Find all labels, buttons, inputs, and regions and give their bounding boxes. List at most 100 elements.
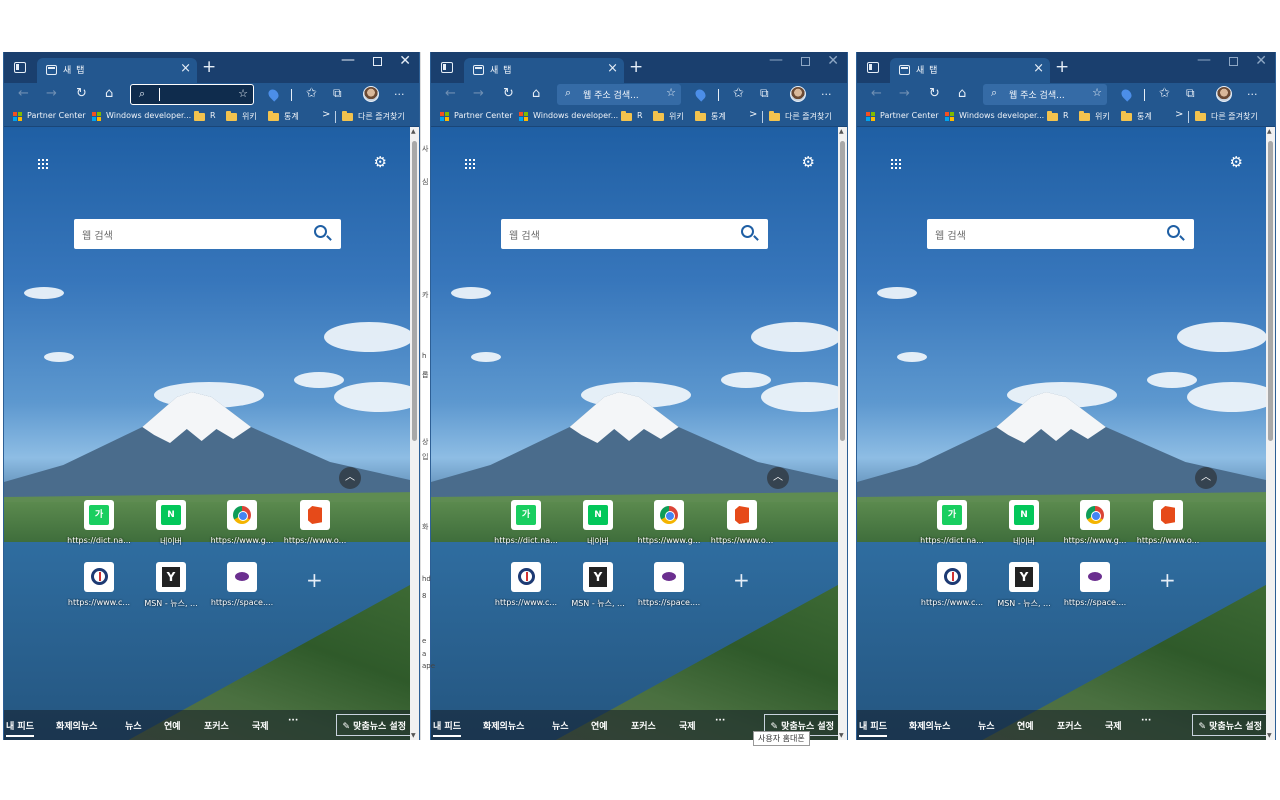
feed-tab-entertainment[interactable]: 연예 [164,719,181,732]
collapse-chevron-up-icon[interactable]: ︿ [767,467,789,489]
favorite-folder-r[interactable]: R [637,111,643,120]
feed-tab-news[interactable]: 뉴스 [552,719,569,732]
favorite-folder-wiki[interactable]: 위키 [669,111,684,122]
page-scrollbar[interactable]: ▲ ▼ [838,127,847,740]
favorites-icon[interactable]: ✩ [733,86,744,101]
feed-tab-entertainment[interactable]: 연예 [1017,719,1034,732]
quick-link-tile[interactable]: https://space.... [1060,562,1130,607]
feed-tab-my-feed[interactable]: 내 피드 [433,719,461,737]
quick-link-tile[interactable]: Y MSN - 뉴스, ... [136,562,206,609]
scroll-down-icon[interactable]: ▼ [839,732,844,739]
feed-tab-my-feed[interactable]: 내 피드 [859,719,887,737]
feed-more-button[interactable]: ··· [715,716,725,726]
address-bar[interactable]: ⌕ 웹 주소 검색... ☆ [983,84,1107,105]
close-window-button[interactable]: ✕ [827,53,839,69]
scroll-down-icon[interactable]: ▼ [1267,732,1272,739]
favorites-overflow-chevron-icon[interactable]: > [1175,109,1183,120]
feed-tab-international[interactable]: 국제 [252,719,269,732]
extension-icon[interactable] [1119,87,1134,102]
app-launcher-icon[interactable] [465,159,477,171]
quick-link-tile[interactable]: https://www.o... [280,500,350,545]
tab-close-icon[interactable]: × [607,61,618,76]
other-favorites-folder[interactable]: 다른 즐겨찾기 [785,111,832,122]
forward-button[interactable]: → [899,86,910,101]
quick-link-tile[interactable]: https://space.... [634,562,704,607]
tab-actions-icon[interactable] [441,62,453,73]
web-search-box[interactable]: 웹 검색 [74,219,341,249]
web-search-box[interactable]: 웹 검색 [501,219,768,249]
favorites-icon[interactable]: ✩ [1159,86,1170,101]
tab-actions-icon[interactable] [14,62,26,73]
tab-new-tab[interactable]: 새 탭 × [464,58,624,83]
feed-tab-entertainment[interactable]: 연예 [591,719,608,732]
favorite-folder-stats[interactable]: 통계 [284,111,299,122]
favorite-folder-wiki[interactable]: 위키 [242,111,257,122]
quick-link-tile[interactable]: https://www.o... [707,500,777,545]
forward-button[interactable]: → [46,86,57,101]
favorite-folder-stats[interactable]: 통계 [1137,111,1152,122]
feed-tab-trending[interactable]: 화제의뉴스 [56,719,97,732]
quick-link-tile[interactable]: Y MSN - 뉴스, ... [989,562,1059,609]
profile-avatar[interactable] [790,86,806,102]
quick-link-tile[interactable]: https://www.c... [64,562,134,607]
favorite-folder-stats[interactable]: 통계 [711,111,726,122]
web-search-box[interactable]: 웹 검색 [927,219,1194,249]
quick-link-tile[interactable]: https://www.g... [1060,500,1130,545]
tab-actions-icon[interactable] [867,62,879,73]
tab-close-icon[interactable]: × [1033,61,1044,76]
quick-link-tile[interactable]: https://space.... [207,562,277,607]
personalize-news-button[interactable]: ✎ 맞춤뉴스 설정 [335,714,413,736]
feed-more-button[interactable]: ··· [288,716,298,726]
favorite-folder-r[interactable]: R [1063,111,1069,120]
feed-tab-international[interactable]: 국제 [1105,719,1122,732]
favorite-folder-r[interactable]: R [210,111,216,120]
profile-avatar[interactable] [1216,86,1232,102]
quick-link-tile[interactable]: https://www.o... [1133,500,1203,545]
page-settings-gear-icon[interactable]: ⚙ [802,153,815,171]
personalize-news-button[interactable]: ✎ 맞춤뉴스 설정 [1191,714,1269,736]
add-quick-link-plus-icon[interactable]: + [733,568,750,592]
new-tab-button[interactable]: + [629,57,643,77]
home-button[interactable]: ⌂ [105,86,113,101]
other-favorites-folder[interactable]: 다른 즐겨찾기 [1211,111,1258,122]
collapse-chevron-up-icon[interactable]: ︿ [1195,467,1217,489]
settings-more-button[interactable]: ··· [1247,88,1258,101]
tab-new-tab[interactable]: 새 탭 × [890,58,1050,83]
refresh-button[interactable]: ↻ [929,86,940,101]
search-icon[interactable] [314,225,327,238]
back-button[interactable]: ← [18,86,29,101]
quick-link-tile[interactable]: https://www.g... [634,500,704,545]
collections-icon[interactable]: ⧉ [1186,86,1195,101]
favorites-overflow-chevron-icon[interactable]: > [749,109,757,120]
new-tab-button[interactable]: + [202,57,216,77]
scroll-up-icon[interactable]: ▲ [839,128,844,135]
quick-link-tile[interactable]: 가 https://dict.na... [64,500,134,545]
app-launcher-icon[interactable] [38,159,50,171]
feed-tab-trending[interactable]: 화제의뉴스 [909,719,950,732]
collapse-chevron-up-icon[interactable]: ︿ [339,467,361,489]
quick-link-tile[interactable]: 가 https://dict.na... [917,500,987,545]
home-button[interactable]: ⌂ [532,86,540,101]
extension-icon[interactable] [266,87,281,102]
favorite-windows-developer[interactable]: Windows developer... [106,111,191,120]
scroll-thumb[interactable] [1268,141,1273,441]
feed-tab-my-feed[interactable]: 내 피드 [6,719,34,737]
back-button[interactable]: ← [445,86,456,101]
tab-new-tab[interactable]: 새 탭 × [37,58,197,83]
feed-tab-news[interactable]: 뉴스 [978,719,995,732]
quick-link-tile[interactable]: https://www.g... [207,500,277,545]
add-favorite-icon[interactable]: ☆ [238,87,248,100]
feed-tab-focus[interactable]: 포커스 [631,719,656,732]
back-button[interactable]: ← [871,86,882,101]
refresh-button[interactable]: ↻ [76,86,87,101]
search-icon[interactable] [1167,225,1180,238]
add-quick-link-plus-icon[interactable]: + [306,568,323,592]
quick-link-tile[interactable]: Y MSN - 뉴스, ... [563,562,633,609]
other-favorites-folder[interactable]: 다른 즐겨찾기 [358,111,405,122]
address-bar[interactable]: ⌕ ☆ [130,84,254,105]
favorite-partner-center[interactable]: Partner Center [880,111,939,120]
scroll-up-icon[interactable]: ▲ [1267,128,1272,135]
home-button[interactable]: ⌂ [958,86,966,101]
quick-link-tile[interactable]: N 네이버 [989,500,1059,547]
minimize-button[interactable]: — [341,52,355,68]
